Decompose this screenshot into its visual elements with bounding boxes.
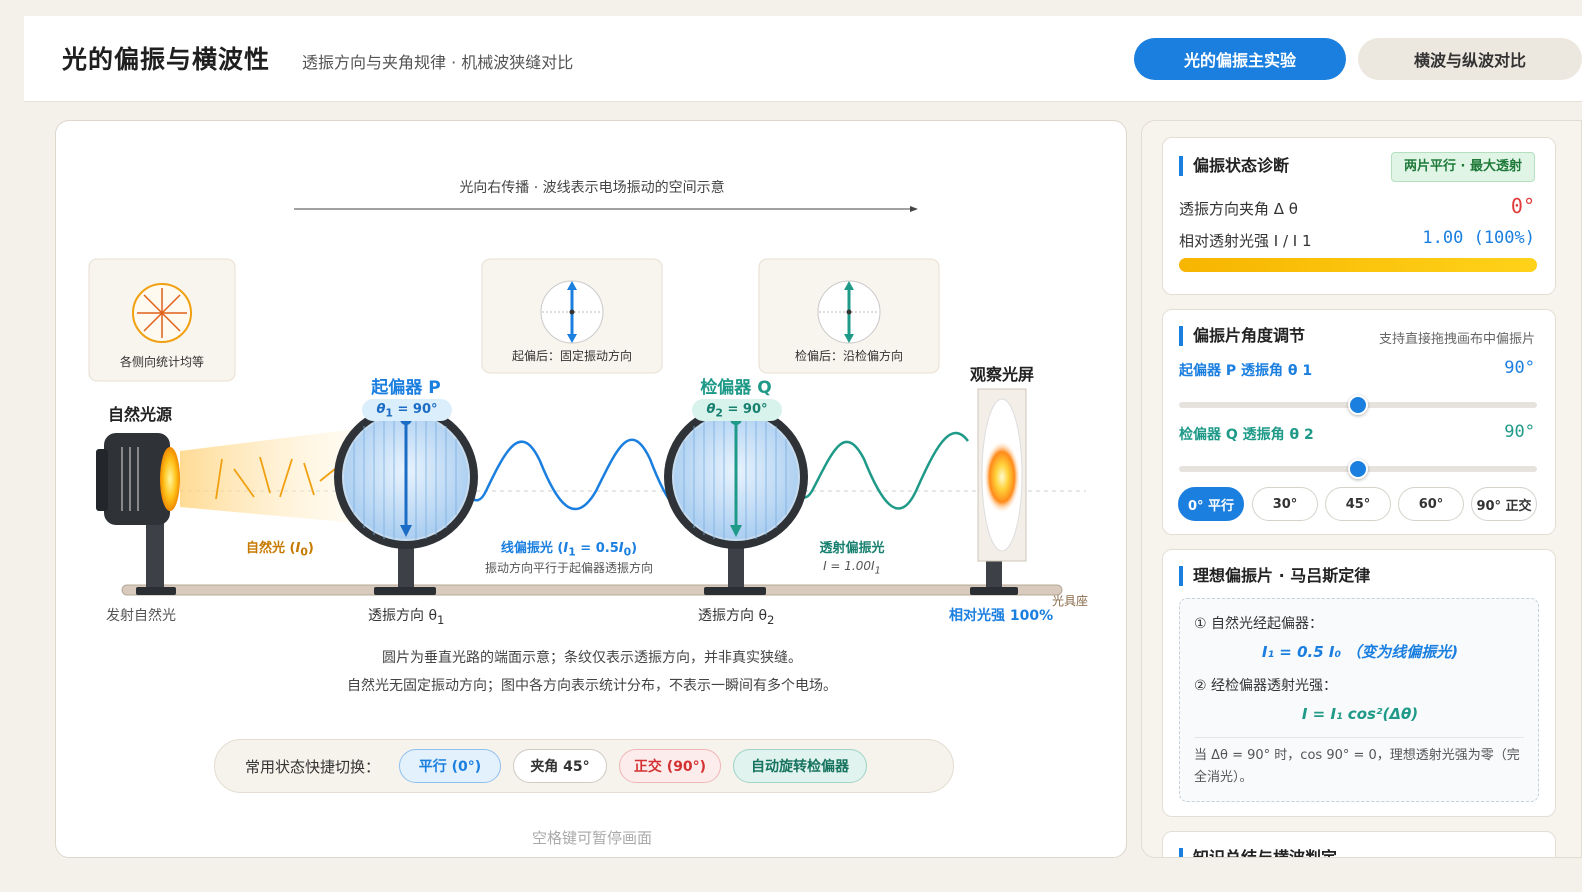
axis-q-label: 透振方向 θ2 <box>698 608 775 627</box>
intensity-value: 1.00 (100%) <box>1422 228 1535 248</box>
side-panel: 偏振状态诊断 两片平行 · 最大透射 透振方向夹角 Δ θ 0° 相对透射光强 … <box>1141 120 1582 858</box>
p-slider-thumb[interactable] <box>1348 395 1368 415</box>
p-angle-slider[interactable] <box>1179 395 1537 415</box>
propagation-arrow-icon <box>910 206 918 212</box>
malus-step-1: ① 自然光经起偏器： <box>1194 616 1324 632</box>
tab-wave-compare[interactable]: 横波与纵波对比 <box>1358 38 1582 80</box>
analyzer-title: 检偏器 Q <box>700 378 772 398</box>
linear-light-sublabel: 振动方向平行于起偏器透振方向 <box>484 561 653 575</box>
quick-switch-bar: 常用状态快捷切换： 平行 (0°) 夹角 45° 正交 (90°) 自动旋转检偏… <box>214 739 954 793</box>
diagnosis-title: 偏振状态诊断 <box>1179 156 1289 176</box>
preset-90-button[interactable]: 90° 正交 <box>1471 487 1537 521</box>
formula-1: I₁ = 0.5 I₀ （变为线偏振光) <box>1261 643 1459 661</box>
preset-45-button[interactable]: 45° <box>1325 487 1391 521</box>
preset-30-button[interactable]: 30° <box>1252 487 1318 521</box>
app-subtitle: 透振方向与夹角规律 · 机械波狭缝对比 <box>302 53 574 72</box>
analyzer-q[interactable] <box>664 405 808 595</box>
quick-switch-label: 常用状态快捷切换： <box>245 758 381 776</box>
malus-card: 理想偏振片 · 马吕斯定律 ① 自然光经起偏器： I₁ = 0.5 I₀ （变为… <box>1162 549 1556 817</box>
malus-note: 当 Δθ = 90° 时，cos 90° = 0，理想透射光强为零（完全消光）。 <box>1194 748 1520 785</box>
intensity-bar-fill <box>1179 258 1537 272</box>
note-line-1: 圆片为垂直光路的端面示意；条纹仅表示透振方向，并非真实狭缝。 <box>382 650 802 666</box>
bulb-icon <box>160 447 180 511</box>
light-source[interactable] <box>96 433 180 595</box>
status-badge: 两片平行 · 最大透射 <box>1391 152 1535 182</box>
quick-crossed-button[interactable]: 正交 (90°) <box>619 749 721 783</box>
axis-p-label: 透振方向 θ1 <box>368 608 445 627</box>
angle-label: 透振方向夹角 Δ θ <box>1179 200 1298 218</box>
source-card-label: 各侧向统计均等 <box>119 355 204 369</box>
intensity-bar <box>1179 258 1537 272</box>
formula-box: ① 自然光经起偏器： I₁ = 0.5 I₀ （变为线偏振光) ② 经检偏器透射… <box>1179 598 1539 802</box>
quick-parallel-button[interactable]: 平行 (0°) <box>399 749 501 783</box>
preset-60-button[interactable]: 60° <box>1398 487 1464 521</box>
q-angle-label: 检偏器 Q 透振角 θ 2 <box>1179 427 1314 443</box>
malus-title: 理想偏振片 · 马吕斯定律 <box>1179 566 1370 586</box>
light-spot <box>984 441 1020 513</box>
auto-rotate-button[interactable]: 自动旋转检偏器 <box>733 749 867 783</box>
natural-light-star-icon <box>132 283 192 343</box>
natural-light-label: 自然光 (I0) <box>246 541 314 559</box>
polarizer-angle-badge: θ1 = 90° <box>362 399 452 421</box>
after-analyzer-label: 检偏后：沿检偏方向 <box>794 349 903 363</box>
summary-card: 知识总结与横波判定 <box>1162 831 1556 857</box>
angle-value: 0° <box>1510 194 1535 218</box>
emit-label: 发射自然光 <box>106 608 176 624</box>
relative-intensity-label: 相对光强 100% <box>949 608 1054 624</box>
summary-title: 知识总结与横波判定 <box>1179 848 1337 857</box>
experiment-canvas[interactable]: 光向右传播 · 波线表示电场振动的空间示意 各侧向统计均等 起偏后：固定振动方向… <box>55 120 1127 858</box>
source-title: 自然光源 <box>108 405 173 424</box>
pause-hint: 空格键可暂停画面 <box>531 829 652 847</box>
preset-0-button[interactable]: 0° 平行 <box>1178 487 1244 521</box>
q-slider-thumb[interactable] <box>1348 459 1368 479</box>
app-title: 光的偏振与横波性 <box>62 45 271 74</box>
bench-label: 光具座 <box>1052 594 1089 608</box>
propagation-caption: 光向右传播 · 波线表示电场振动的空间示意 <box>459 180 725 196</box>
formula-2: I = I₁ cos²(Δθ) <box>1301 705 1419 723</box>
after-polarizer-label: 起偏后：固定振动方向 <box>511 349 632 363</box>
polarizer-title: 起偏器 P <box>371 378 441 398</box>
tab-main-experiment[interactable]: 光的偏振主实验 <box>1134 38 1346 80</box>
q-angle-value: 90° <box>1504 422 1535 442</box>
p-angle-value: 90° <box>1504 358 1535 378</box>
adjust-hint: 支持直接拖拽画布中偏振片 <box>1378 332 1535 347</box>
analyzer-angle-badge: θ2 = 90° <box>692 399 782 421</box>
screen-title: 观察光屏 <box>969 365 1034 384</box>
q-angle-slider[interactable] <box>1179 459 1537 479</box>
quick-45-button[interactable]: 夹角 45° <box>513 749 607 783</box>
note-line-2: 自然光无固定振动方向；图中各方向表示统计分布，不表示一瞬间有多个电场。 <box>347 678 837 694</box>
transmitted-label: 透射偏振光 <box>819 541 885 556</box>
adjust-title: 偏振片角度调节 <box>1179 326 1305 346</box>
observation-screen <box>970 388 1027 595</box>
app-header: 光的偏振与横波性 透振方向与夹角规律 · 机械波狭缝对比 光的偏振主实验 横波与… <box>24 16 1582 102</box>
malus-step-2: ② 经检偏器透射光强： <box>1194 678 1338 694</box>
p-angle-label: 起偏器 P 透振角 θ 1 <box>1179 363 1313 379</box>
polarizer-p[interactable] <box>334 405 478 595</box>
linear-light-label: 线偏振光 (I1 = 0.5I0) <box>500 541 638 559</box>
natural-light-beam <box>180 429 356 523</box>
optical-bench-rail <box>121 584 1063 596</box>
intensity-label: 相对透射光强 I / I 1 <box>1179 232 1312 250</box>
diagnosis-card: 偏振状态诊断 两片平行 · 最大透射 透振方向夹角 Δ θ 0° 相对透射光强 … <box>1162 137 1556 295</box>
transmitted-value: I = 1.00I1 <box>823 559 881 577</box>
